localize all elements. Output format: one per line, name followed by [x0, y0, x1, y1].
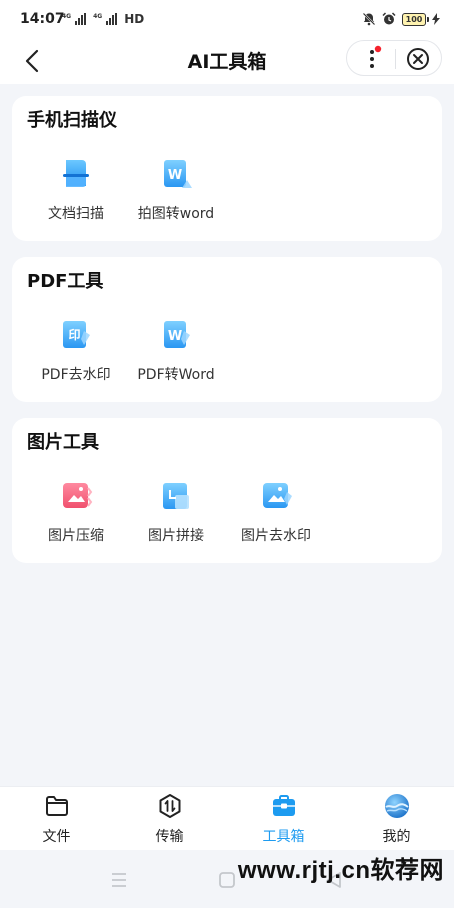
network-type: HD: [124, 12, 145, 26]
document-scan-icon: [63, 160, 89, 187]
svg-text:W: W: [168, 168, 182, 183]
tab-label: 我的: [382, 829, 411, 845]
notification-dot: [374, 45, 382, 53]
section-title: 图片工具: [27, 432, 99, 453]
image-compress-icon: [63, 483, 93, 508]
title-bar: AI工具箱: [0, 40, 454, 84]
more-options-button[interactable]: [357, 44, 387, 74]
pdf-watermark-remove-icon: 印: [63, 321, 90, 348]
profile-avatar-icon: [385, 794, 409, 818]
tool-photo-to-word[interactable]: W 拍图转word: [126, 150, 226, 234]
signal-bars-1-icon: [75, 13, 87, 25]
tab-files[interactable]: 文件: [0, 787, 113, 851]
tool-document-scan[interactable]: 文档扫描: [26, 150, 126, 234]
status-right-icons: 100: [362, 12, 440, 26]
tab-toolbox[interactable]: 工具箱: [227, 787, 340, 851]
image-watermark-remove-icon: [263, 483, 292, 508]
status-bar: 14:07 4G 4G HD 100: [0, 0, 454, 40]
menu-icon[interactable]: [107, 868, 131, 892]
signal-indicators: 4G 4G HD: [62, 13, 144, 25]
watermark-text: www.rjtj.cn软荐网: [237, 857, 444, 884]
section-title: 手机扫描仪: [27, 110, 117, 131]
tool-image-watermark-remove[interactable]: 图片去水印: [226, 472, 326, 556]
folder-icon: [46, 796, 68, 816]
pdf-to-word-icon: W: [164, 321, 190, 348]
back-button[interactable]: [18, 46, 48, 76]
bottom-tab-bar: 文件 传输 工具箱 我的: [0, 786, 454, 850]
tool-image-compress[interactable]: 图片压缩: [26, 472, 126, 556]
charging-bolt-icon: [432, 13, 440, 25]
network-tag-1: 4G: [62, 13, 72, 20]
alarm-clock-icon: [382, 12, 396, 25]
svg-text:印: 印: [68, 328, 80, 342]
section-card-scanner: 手机扫描仪 文档扫描 W 拍图转word: [12, 96, 442, 241]
section-card-pdf: PDF工具 印 PDF去水印 W PDF转Word: [12, 257, 442, 402]
tool-image-stitch[interactable]: 图片拼接: [126, 472, 226, 556]
svg-text:W: W: [168, 329, 182, 344]
tab-label: 传输: [155, 829, 184, 845]
section-card-image: 图片工具 图片压缩 图片拼接 图片去水印: [12, 418, 442, 563]
tool-label: 图片去水印: [241, 528, 311, 544]
tab-label: 文件: [42, 829, 71, 845]
tab-transfer[interactable]: 传输: [113, 787, 226, 851]
tab-label: 工具箱: [262, 829, 305, 845]
tool-pdf-to-word[interactable]: W PDF转Word: [126, 311, 226, 395]
battery-icon: 100: [402, 12, 429, 26]
network-tag-2: 4G: [93, 13, 103, 20]
tool-label: PDF转Word: [137, 367, 215, 383]
transfer-icon: [159, 794, 181, 818]
home-icon[interactable]: [215, 868, 239, 892]
status-time: 14:07: [20, 11, 65, 27]
section-title: PDF工具: [27, 271, 104, 292]
image-stitch-icon: [163, 483, 189, 509]
tab-profile[interactable]: 我的: [340, 787, 453, 851]
tool-label: 拍图转word: [137, 206, 215, 222]
bell-off-icon: [362, 12, 376, 26]
close-button[interactable]: [403, 44, 433, 74]
signal-bars-2-icon: [106, 13, 118, 25]
tool-pdf-watermark-remove[interactable]: 印 PDF去水印: [26, 311, 126, 395]
toolbox-icon: [273, 795, 295, 816]
capsule-divider: [395, 49, 396, 69]
photo-to-word-icon: W: [164, 160, 192, 188]
miniprogram-capsule: [346, 40, 442, 76]
